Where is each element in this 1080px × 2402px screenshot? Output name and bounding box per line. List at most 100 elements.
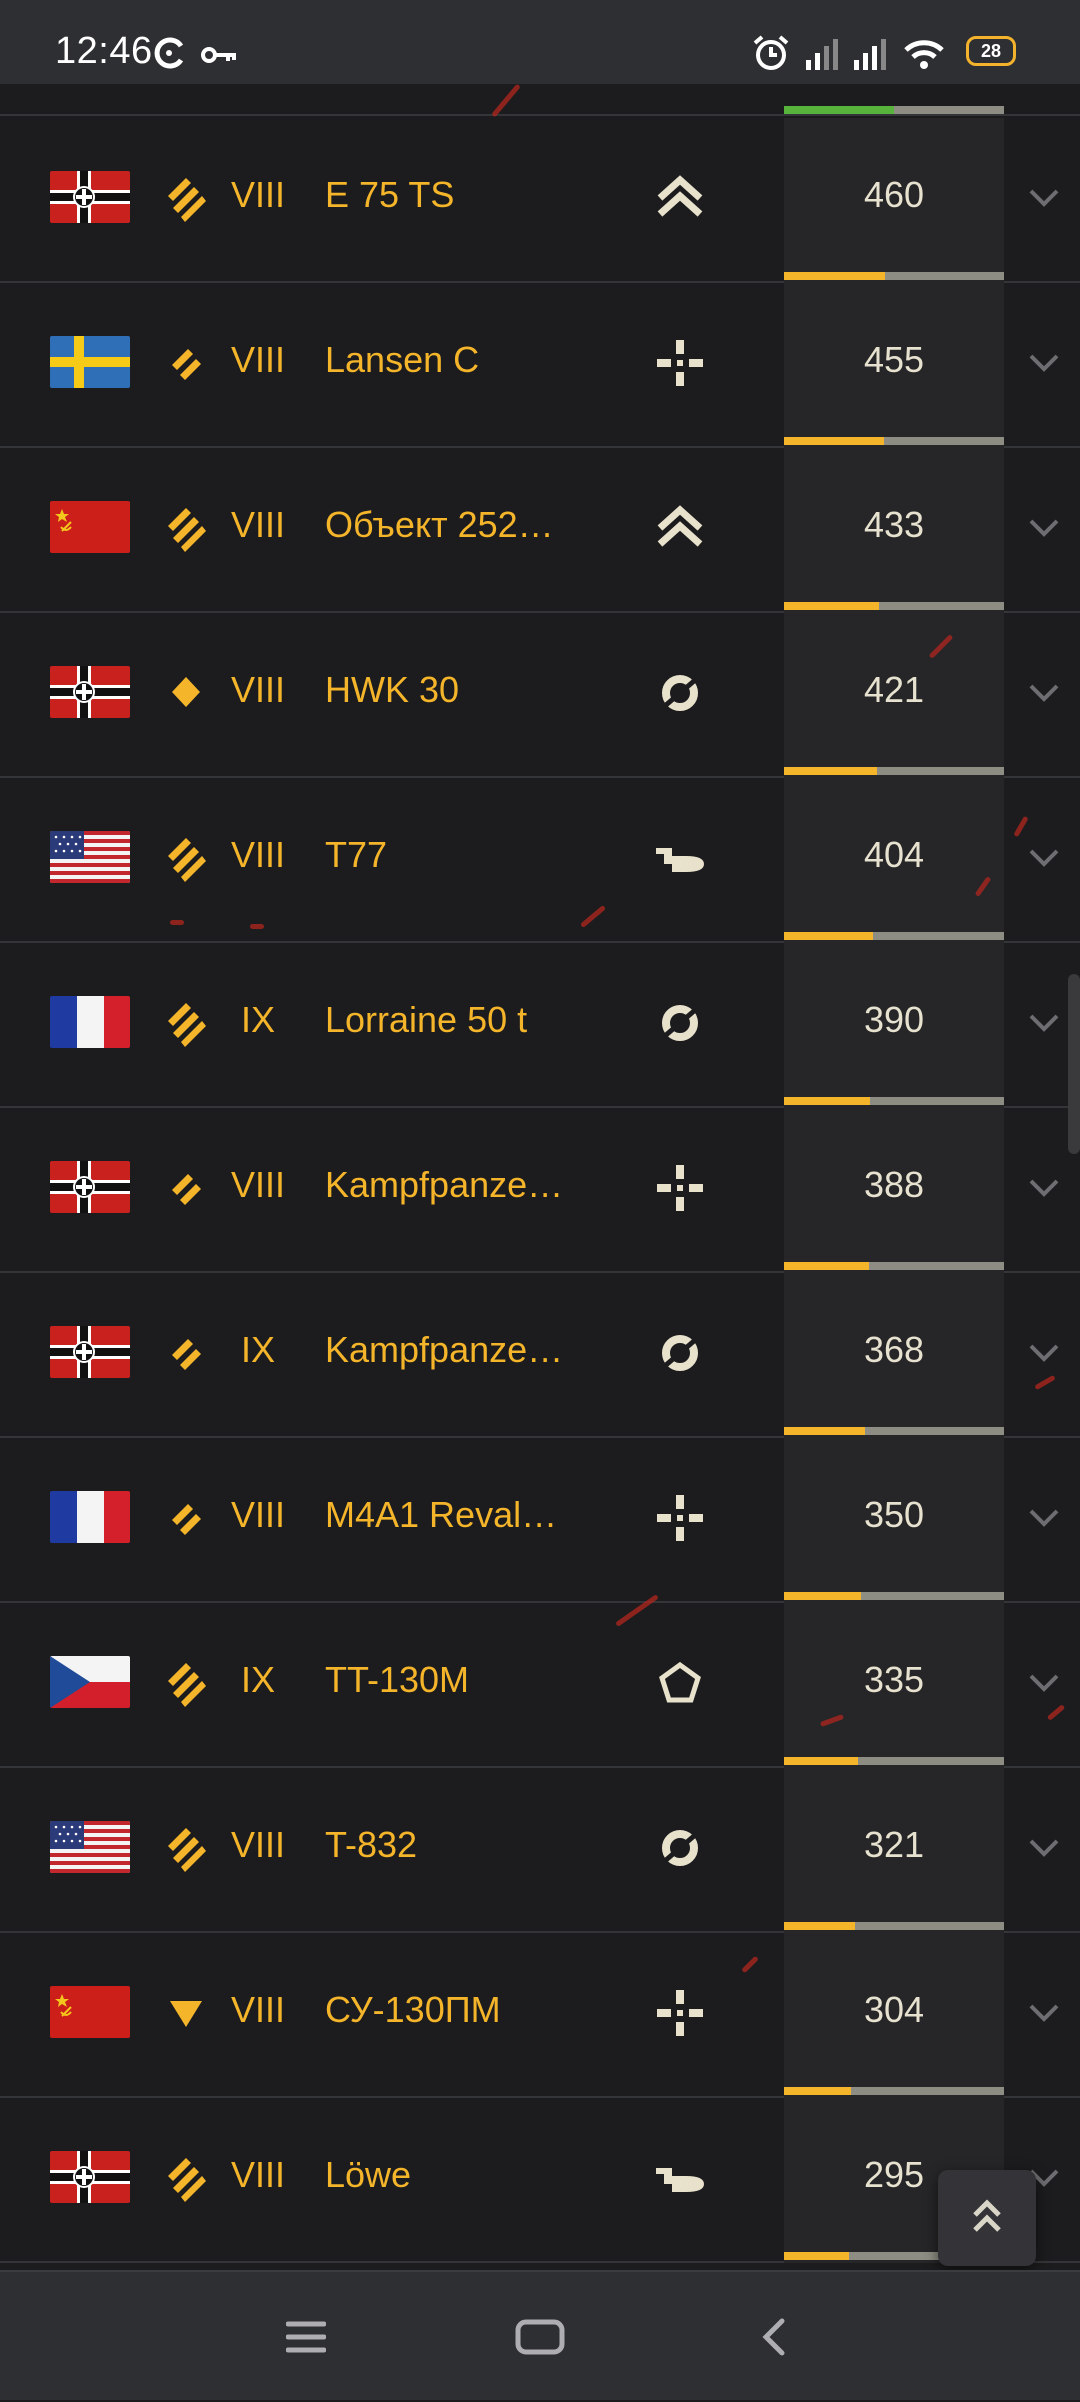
score-value: 421 bbox=[863, 669, 925, 710]
medium-tank-icon bbox=[652, 2150, 708, 2206]
expand-chevron-icon[interactable] bbox=[1025, 1337, 1063, 1367]
back-icon bbox=[762, 2318, 785, 2356]
score-value: 455 bbox=[863, 339, 925, 380]
score-bar-fill bbox=[784, 767, 877, 775]
score-bar bbox=[784, 1427, 1004, 1435]
expand-chevron-icon[interactable] bbox=[1025, 347, 1063, 377]
expand-chevron-icon[interactable] bbox=[1025, 182, 1063, 212]
rank-triple-icon bbox=[164, 997, 208, 1047]
expand-chevron-icon[interactable] bbox=[1025, 1007, 1063, 1037]
score-bar bbox=[784, 1262, 1004, 1270]
rank-triple-icon bbox=[164, 502, 208, 552]
score-bar bbox=[784, 1097, 1004, 1105]
light-tank-icon bbox=[652, 1325, 708, 1381]
expand-chevron-icon[interactable] bbox=[1025, 1667, 1063, 1697]
back-button[interactable] bbox=[714, 2272, 834, 2402]
score-value: 388 bbox=[863, 1164, 925, 1205]
scrollbar[interactable] bbox=[1068, 974, 1080, 1154]
score-bar bbox=[784, 437, 1004, 445]
light-tank-icon bbox=[652, 665, 708, 721]
tank-destroyer-icon bbox=[652, 1985, 708, 2041]
sync-icon bbox=[152, 36, 186, 75]
rank-single-icon bbox=[164, 1327, 208, 1377]
score-value: 390 bbox=[863, 999, 925, 1040]
score-bar-fill bbox=[784, 437, 885, 445]
rank-diamond-icon bbox=[164, 667, 208, 717]
alarm-icon bbox=[752, 34, 790, 77]
double-chevron-up-icon bbox=[973, 2199, 1001, 2232]
table-row[interactable]: VIII Объект 252У ... 433 bbox=[0, 448, 1080, 613]
tier-label: VIII bbox=[230, 1164, 286, 1205]
rank-single-icon bbox=[164, 1492, 208, 1542]
expand-chevron-icon[interactable] bbox=[1025, 512, 1063, 542]
score-bar bbox=[784, 2087, 1004, 2095]
scroll-to-top-button[interactable] bbox=[938, 2170, 1036, 2266]
germany-flag-icon bbox=[50, 171, 130, 223]
table-row[interactable]: VIII Lansen C 455 bbox=[0, 283, 1080, 448]
menu-button[interactable] bbox=[246, 2272, 366, 2402]
vehicle-name: Lansen C bbox=[325, 339, 480, 380]
rank-triangle-icon bbox=[164, 1987, 208, 2037]
key-icon bbox=[200, 44, 240, 71]
score-bar-fill bbox=[784, 1427, 865, 1435]
czech-flag-icon bbox=[50, 1656, 130, 1708]
rank-triple-icon bbox=[164, 172, 208, 222]
vehicle-name: E 75 TS bbox=[325, 174, 455, 215]
expand-chevron-icon[interactable] bbox=[1025, 1502, 1063, 1532]
score-bar bbox=[784, 767, 1004, 775]
ussr-flag-icon bbox=[50, 501, 130, 553]
heavy-tank-icon bbox=[652, 500, 708, 556]
tank-destroyer-icon bbox=[652, 335, 708, 391]
table-row[interactable]: VIII HWK 30 421 bbox=[0, 613, 1080, 778]
france-flag-icon bbox=[50, 1491, 130, 1543]
usa-flag-icon bbox=[50, 831, 130, 883]
vehicle-name: TT-130M bbox=[325, 1659, 470, 1700]
wifi-icon bbox=[902, 36, 946, 77]
tier-label: VIII bbox=[230, 339, 286, 380]
score-value: 335 bbox=[863, 1659, 925, 1700]
tier-label: VIII bbox=[230, 174, 286, 215]
expand-chevron-icon[interactable] bbox=[1025, 677, 1063, 707]
germany-flag-icon bbox=[50, 1161, 130, 1213]
table-row[interactable]: VIII Löwe 295 bbox=[0, 2098, 1080, 2263]
germany-flag-icon bbox=[50, 2151, 130, 2203]
table-row[interactable]: VIII M4A1 Revalori... 350 bbox=[0, 1438, 1080, 1603]
table-row[interactable]: VIII E 75 TS 460 bbox=[0, 118, 1080, 283]
table-row[interactable]: IX Kampfpanzer 5... 368 bbox=[0, 1273, 1080, 1438]
vehicle-name: T-832 bbox=[325, 1824, 418, 1865]
expand-chevron-icon[interactable] bbox=[1025, 842, 1063, 872]
table-row[interactable]: VIII СУ-130ПМ 304 bbox=[0, 1933, 1080, 2098]
usa-flag-icon bbox=[50, 1821, 130, 1873]
home-button[interactable] bbox=[480, 2272, 600, 2402]
table-row[interactable]: IX TT-130M 335 bbox=[0, 1603, 1080, 1768]
menu-icon bbox=[286, 2321, 326, 2353]
table-row[interactable]: VIII T-832 321 bbox=[0, 1768, 1080, 1933]
light-tank-icon bbox=[652, 1820, 708, 1876]
expand-chevron-icon[interactable] bbox=[1025, 1832, 1063, 1862]
vehicle-name: M4A1 Revalori... bbox=[325, 1494, 575, 1535]
score-bar bbox=[784, 602, 1004, 610]
expand-chevron-icon[interactable] bbox=[1025, 1172, 1063, 1202]
table-row[interactable]: VIII Kampfpanzer 0... 388 bbox=[0, 1108, 1080, 1273]
heavy-tank-icon bbox=[652, 170, 708, 226]
score-bar bbox=[784, 1592, 1004, 1600]
medium-tank-icon bbox=[652, 830, 708, 886]
vehicle-name: HWK 30 bbox=[325, 669, 460, 710]
score-bar-fill bbox=[784, 932, 873, 940]
score-bar-fill bbox=[784, 106, 894, 114]
table-row[interactable]: VIII T77 404 bbox=[0, 778, 1080, 943]
score-value: 350 bbox=[863, 1494, 925, 1535]
vehicle-list[interactable]: VIII E 75 TS 460 VIII Lansen C 455 VIII Объект … bbox=[0, 84, 1080, 2270]
score-bar bbox=[784, 1757, 1004, 1765]
score-bar-fill bbox=[784, 1757, 858, 1765]
tank-destroyer-icon bbox=[652, 1160, 708, 1216]
germany-flag-icon bbox=[50, 1326, 130, 1378]
pentagon-icon bbox=[652, 1655, 708, 1711]
tank-destroyer-icon bbox=[652, 1490, 708, 1546]
table-row[interactable]: IX Lorraine 50 t 390 bbox=[0, 943, 1080, 1108]
rank-triple-icon bbox=[164, 1822, 208, 1872]
signal-icon bbox=[804, 36, 840, 77]
vehicle-name: T77 bbox=[325, 834, 388, 875]
score-bar-fill bbox=[784, 272, 886, 280]
expand-chevron-icon[interactable] bbox=[1025, 1997, 1063, 2027]
